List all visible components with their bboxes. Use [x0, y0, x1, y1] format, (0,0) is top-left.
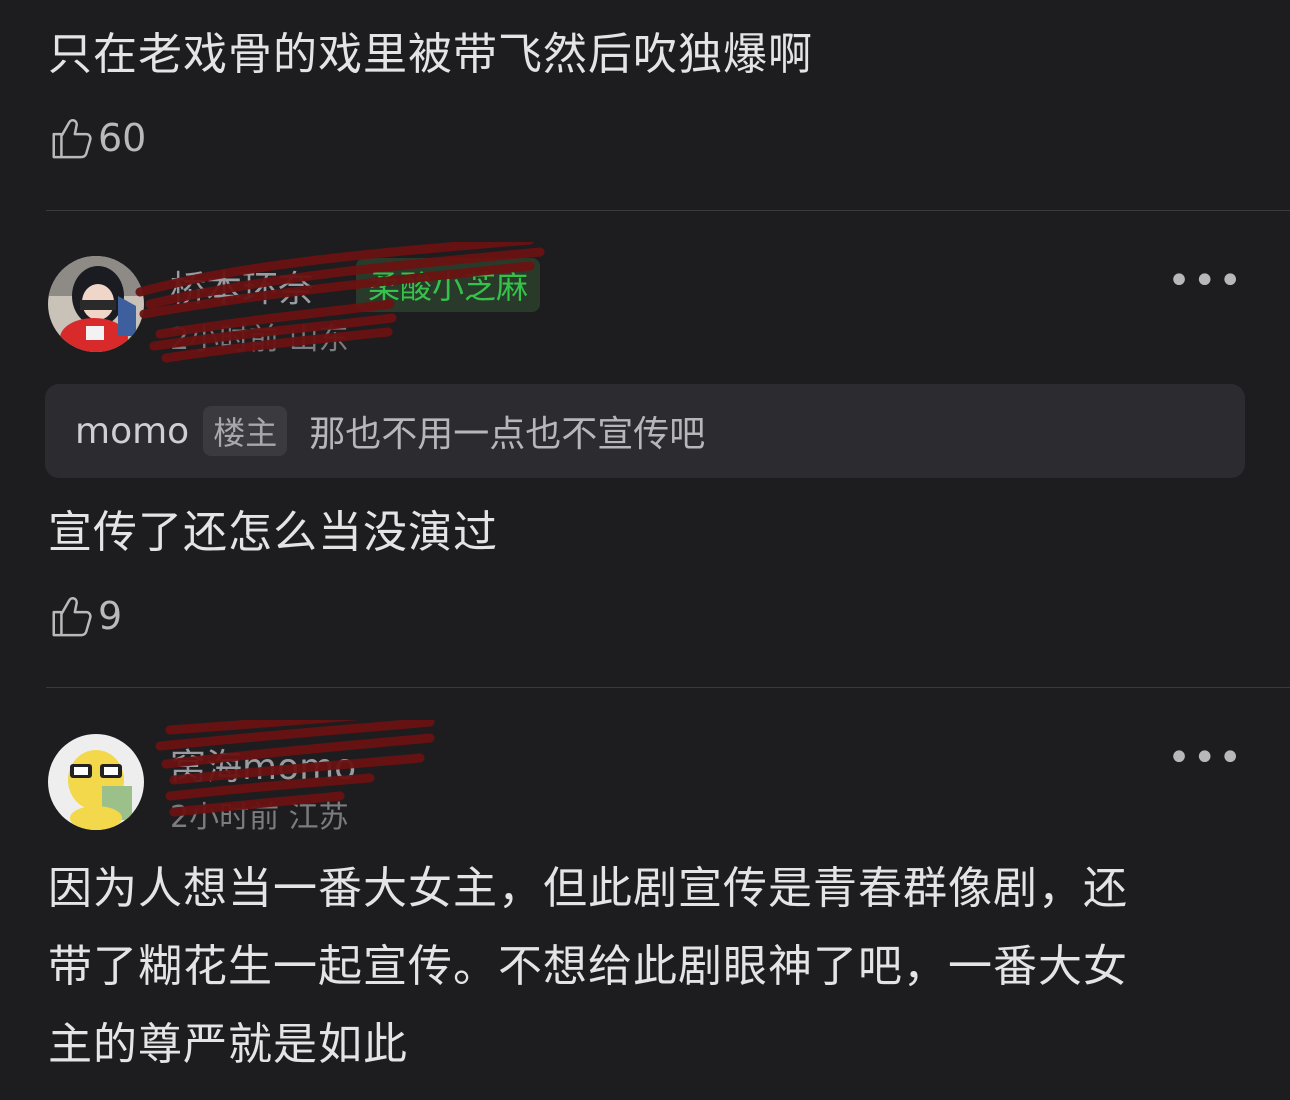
- username[interactable]: 窝海momo: [170, 738, 356, 790]
- avatar[interactable]: [48, 256, 144, 352]
- comment-line: 因为人想当一番大女主，但此剧宣传是青春群像剧，还: [48, 863, 1128, 914]
- avatar[interactable]: [48, 734, 144, 830]
- comment-text: 宣传了还怎么当没演过: [48, 507, 498, 558]
- quoted-reply[interactable]: momo 楼主 那也不用一点也不宣传吧: [45, 384, 1245, 478]
- thumbs-up-icon: [52, 119, 92, 159]
- comment-meta: 桥本环奈 柔酸小芝麻 2小时前 山东: [135, 242, 590, 363]
- more-options-button[interactable]: •••: [1167, 258, 1244, 304]
- comment-line: 带了糊花生一起宣传。不想给此剧眼神了吧，一番大女: [48, 941, 1128, 992]
- more-options-button[interactable]: •••: [1167, 735, 1244, 781]
- timestamp-location: 2小时前 山东: [170, 322, 349, 357]
- quote-author: momo: [75, 410, 190, 452]
- divider: [46, 687, 1290, 688]
- user-badge: 柔酸小芝麻: [356, 258, 541, 312]
- divider: [46, 210, 1290, 211]
- timestamp-location: 2小时前 江苏: [170, 800, 349, 835]
- username[interactable]: 桥本环奈: [170, 260, 314, 312]
- comment-header: 桥本环奈 柔酸小芝麻 2小时前 山东: [48, 242, 1244, 363]
- comment-header: 窝海momo 2小时前 江苏: [48, 720, 1244, 835]
- like-count: 60: [98, 116, 147, 160]
- op-tag: 楼主: [203, 406, 288, 456]
- comment-meta: 窝海momo 2小时前 江苏: [155, 720, 590, 835]
- comment-line: 主的尊严就是如此: [48, 1019, 408, 1070]
- comment-text: 只在老戏骨的戏里被带飞然后吹独爆啊: [48, 29, 813, 80]
- like-count: 9: [98, 594, 123, 638]
- like-button[interactable]: 60: [48, 114, 1244, 162]
- thumbs-up-icon: [52, 597, 92, 637]
- like-button[interactable]: 9: [48, 592, 1244, 640]
- quote-text: 那也不用一点也不宣传吧: [309, 414, 706, 455]
- comment-text: 因为人想当一番大女主，但此剧宣传是青春群像剧，还 带了糊花生一起宣传。不想给此剧…: [48, 850, 1244, 1084]
